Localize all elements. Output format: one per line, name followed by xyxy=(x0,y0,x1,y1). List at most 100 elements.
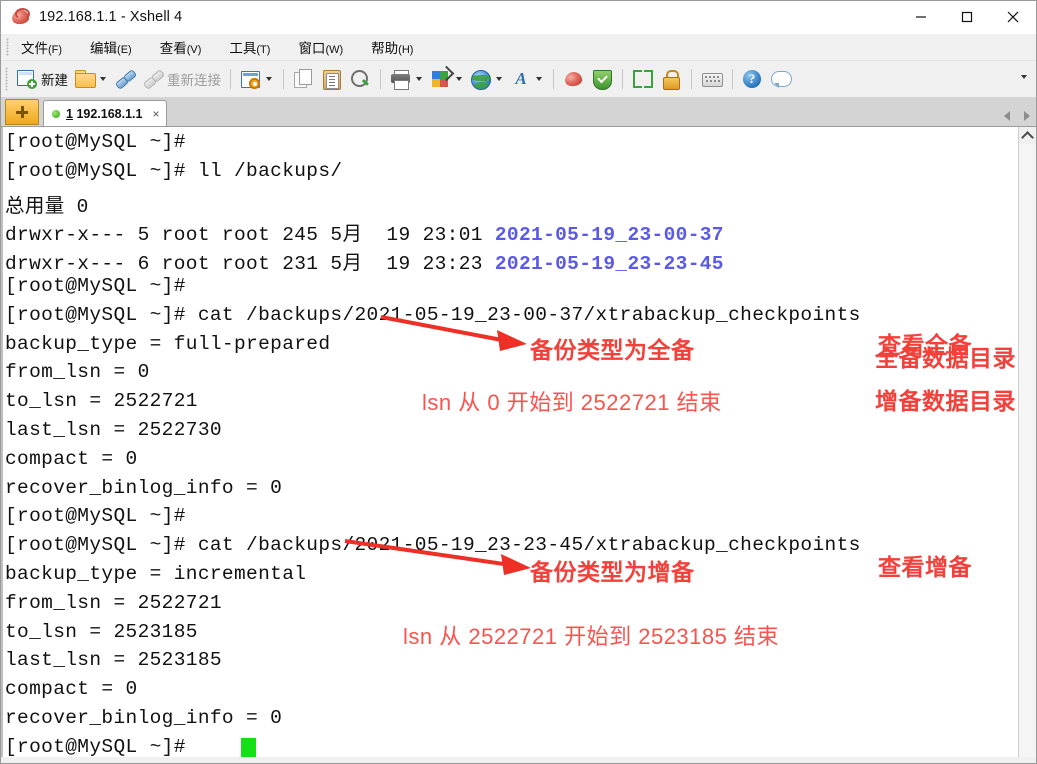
terminal-line: to_lsn = 2522721 xyxy=(5,390,198,413)
terminal-line: [root@MySQL ~]# xyxy=(5,131,198,153)
toolbar-separator xyxy=(691,69,692,89)
search-icon xyxy=(349,68,371,90)
terminal-directory-name: 2021-05-19_23-23-45 xyxy=(494,253,724,276)
menu-edit-mnemonic: (E) xyxy=(117,44,132,56)
menu-tools[interactable]: 工具(T) xyxy=(227,36,272,58)
paste-icon xyxy=(321,68,343,90)
reconnect-label: 重新连接 xyxy=(167,73,221,88)
copy-button xyxy=(290,64,318,94)
terminal-screen[interactable]: [root@MySQL ~]# [root@MySQL ~]# ll /back… xyxy=(1,127,1018,757)
xshell-icon xyxy=(11,7,31,27)
minimize-button[interactable] xyxy=(898,1,944,33)
lock-button[interactable] xyxy=(657,64,685,94)
paste-button[interactable] xyxy=(318,64,346,94)
tab-scroll-left-icon[interactable] xyxy=(1004,111,1010,121)
open-session-button[interactable] xyxy=(71,64,111,94)
connection-status-dot-icon xyxy=(52,109,60,118)
menu-help[interactable]: 帮助(H) xyxy=(369,36,415,58)
maximize-button[interactable] xyxy=(944,1,990,33)
properties-button[interactable] xyxy=(237,64,277,94)
menu-view-label: 查看 xyxy=(159,41,187,56)
annotation-backup-type-incr: 备份类型为增备 xyxy=(530,559,695,585)
chevron-up-icon xyxy=(1021,130,1034,144)
xshell-window: 192.168.1.1 - Xshell 4 文件(F) 编辑(E) 查看(V)… xyxy=(0,0,1037,764)
chevron-down-icon[interactable] xyxy=(536,77,542,81)
terminal-line: backup_type = full-prepared xyxy=(5,332,331,355)
scrollbar-track[interactable] xyxy=(1019,144,1036,757)
terminal-scrollbar[interactable] xyxy=(1018,127,1036,757)
annotation-view-incr: 查看增备 xyxy=(878,554,972,580)
toolbar-separator xyxy=(283,69,284,89)
annotation-lsn-full: lsn 从 0 开始到 2522721 结束 xyxy=(422,390,722,415)
tab-title: 192.168.1.1 xyxy=(76,106,143,121)
terminal-line: recover_binlog_info = 0 xyxy=(5,476,283,499)
chevron-down-icon[interactable] xyxy=(266,77,272,81)
xshell-button[interactable] xyxy=(560,64,588,94)
annotation-arrow-full xyxy=(380,315,527,351)
help-button[interactable]: ? xyxy=(739,64,767,94)
toolbar-separator xyxy=(622,69,623,89)
toolbar-overflow-chevron-down-icon[interactable] xyxy=(1021,75,1027,79)
chevron-down-icon[interactable] xyxy=(456,77,462,81)
chevron-down-icon[interactable] xyxy=(416,77,422,81)
terminal-line: drwxr-x--- 6 root root 231 5月 19 23:23 2… xyxy=(5,253,724,276)
xftp-button[interactable] xyxy=(588,64,616,94)
terminal-line: compact = 0 xyxy=(5,678,138,701)
tab-scroll-right-icon[interactable] xyxy=(1024,111,1030,121)
new-session-label: 新建 xyxy=(41,73,68,88)
new-tab-button[interactable] xyxy=(5,99,39,125)
tab-bar: 1 192.168.1.1 × xyxy=(1,98,1036,127)
xshell-icon xyxy=(563,68,585,90)
toolbar-separator xyxy=(553,69,554,89)
menu-help-label: 帮助 xyxy=(371,41,399,56)
fullscreen-icon xyxy=(632,68,654,90)
tab-session-1[interactable]: 1 192.168.1.1 × xyxy=(43,100,167,126)
disconnect-button: 重新连接 xyxy=(139,64,224,94)
color-scheme-button[interactable] xyxy=(427,64,467,94)
copy-icon xyxy=(293,68,315,90)
menu-help-mnemonic: (H) xyxy=(398,44,414,56)
fullscreen-button[interactable] xyxy=(629,64,657,94)
menu-view[interactable]: 查看(V) xyxy=(158,36,204,58)
menu-edit[interactable]: 编辑(E) xyxy=(88,36,134,58)
plug-disconnect-icon xyxy=(142,68,166,90)
terminal-line: last_lsn = 2523185 xyxy=(5,649,222,672)
font-button[interactable]: A xyxy=(507,64,547,94)
help-icon-label: ? xyxy=(743,70,761,88)
terminal-line: [root@MySQL ~]# xyxy=(5,735,198,757)
window-controls xyxy=(898,1,1036,33)
web-button[interactable] xyxy=(467,64,507,94)
print-button[interactable] xyxy=(387,64,427,94)
menu-tools-mnemonic: (T) xyxy=(256,44,271,56)
chat-button[interactable] xyxy=(767,64,795,94)
terminal-line: to_lsn = 2523185 xyxy=(5,620,198,643)
chevron-down-icon[interactable] xyxy=(100,77,106,81)
terminal-line: 总用量 0 xyxy=(5,195,89,218)
close-button[interactable] xyxy=(990,1,1036,33)
menu-window-label: 窗口 xyxy=(298,41,326,56)
keyboard-button[interactable] xyxy=(698,64,726,94)
new-session-button[interactable]: 新建 xyxy=(13,64,71,94)
menu-file[interactable]: 文件(F) xyxy=(19,36,64,58)
terminal-line: last_lsn = 2522730 xyxy=(5,419,222,441)
terminal-line: [root@MySQL ~]# xyxy=(5,275,198,297)
title-bar: 192.168.1.1 - Xshell 4 xyxy=(1,1,1036,34)
green-shield-icon xyxy=(591,68,613,90)
menu-window[interactable]: 窗口(W) xyxy=(296,36,345,58)
font-a-icon: A xyxy=(515,69,527,88)
properties-icon xyxy=(240,68,262,90)
toolbar-separator xyxy=(732,69,733,89)
annotation-backup-type-full: 备份类型为全备 xyxy=(530,337,695,363)
find-button[interactable] xyxy=(346,64,374,94)
terminal-area: [root@MySQL ~]# [root@MySQL ~]# ll /back… xyxy=(1,127,1036,757)
chevron-down-icon[interactable] xyxy=(496,77,502,81)
chat-icon xyxy=(770,68,792,90)
connect-button[interactable] xyxy=(111,64,139,94)
tab-close-icon[interactable]: × xyxy=(152,108,159,120)
menu-file-mnemonic: (F) xyxy=(48,44,63,56)
terminal-line: [root@MySQL ~]# xyxy=(5,505,198,528)
status-bar xyxy=(1,757,1036,763)
globe-icon xyxy=(470,68,492,90)
lock-icon xyxy=(660,68,682,90)
scrollbar-up-button[interactable] xyxy=(1019,127,1036,144)
